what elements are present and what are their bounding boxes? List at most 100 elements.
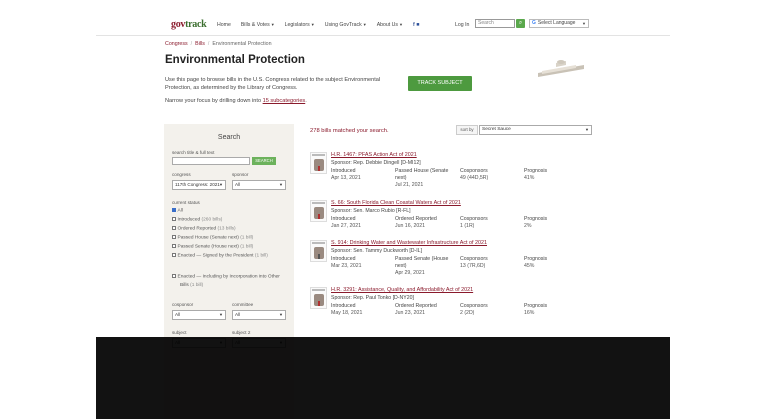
subcategories-link[interactable]: 15 subcategories [263,98,306,104]
bill-row: H.R. 1467: PFAS Action Act of 2021 Spons… [310,152,592,194]
committee-label: committee [232,302,254,307]
bill-status: Passed House (Senate next) Jul 21, 2021 [395,168,450,189]
top-navigation-bar: govtrack Home Bills & Votes▼ Legislators… [96,14,670,36]
breadcrumb-bills[interactable]: Bills [195,41,205,47]
search-text-label: search title & full text [172,150,215,155]
video-icon[interactable]: ■ [416,22,419,28]
nav-legislators[interactable]: Legislators▼ [285,22,315,28]
status-option-label: Passed Senate (House next) [177,244,239,250]
bill-title-link[interactable]: H.R. 3291: Assistance, Quality, and Affo… [331,287,473,293]
sponsor-photo[interactable] [310,200,327,222]
bill-title-link[interactable]: H.R. 1467: PFAS Action Act of 2021 [331,152,417,158]
checkbox[interactable] [172,253,176,257]
status-option-enacted-signed[interactable]: Enacted — Signed by the President (1 bil… [172,253,268,258]
nav-about-us[interactable]: About Us▼ [377,22,403,28]
chevron-down-icon: ▼ [219,312,223,317]
bill-title-link[interactable]: S. 66: South Florida Clean Coastal Water… [331,200,461,206]
checkbox[interactable] [172,217,176,221]
bill-prognosis: Prognosis 41% [524,168,547,182]
language-select[interactable]: G Select Language ▼ [529,19,589,28]
status-option-count: (1 bill) [240,244,254,250]
cosponsor-select[interactable]: All ▼ [172,310,226,320]
checkbox[interactable] [172,244,176,248]
bill-title-link[interactable]: S. 914: Drinking Water and Wastewater In… [331,240,487,246]
govtrack-logo[interactable]: govtrack [171,19,207,30]
sponsor-photo[interactable] [310,287,327,309]
status-option-passed-senate[interactable]: Passed Senate (House next) (1 bill) [172,244,253,249]
bill-status-label: Ordered Reported [395,216,437,222]
sort-select[interactable]: Secret Sauce ▼ [479,125,592,135]
status-option-count: (260 bills) [201,217,223,223]
chevron-down-icon: ▼ [219,182,223,187]
bill-status-label: Passed House (Senate next) [395,168,449,181]
dark-overlay [96,337,670,419]
bill-cosponsors: Cosponsors 13 (7R,6D) [460,256,488,270]
status-option-passed-house[interactable]: Passed House (Senate next) (1 bill) [172,235,253,240]
login-link[interactable]: Log In [455,22,469,28]
status-option-ordered-reported[interactable]: Ordered Reported (13 bills) [172,226,236,231]
results-count: 278 bills matched your search. [310,128,389,134]
subject2-label: subject 2 [232,330,251,335]
sponsor-photo[interactable] [310,240,327,262]
bill-row: S. 66: South Florida Clean Coastal Water… [310,200,592,242]
bill-sponsor: Sponsor: Rep. Paul Tonko [D-NY20] [331,295,414,301]
status-label: current status [172,200,200,205]
bill-status-date: Jun 23, 2021 [395,310,425,316]
bill-status-date: Jun 16, 2021 [395,223,425,229]
bill-introduced: Introduced May 18, 2021 [331,303,362,317]
status-option-enacted-incorporation-cont: Bills (1 bill) [180,283,203,288]
bill-sponsor: Sponsor: Sen. Marco Rubio [R-FL] [331,208,411,214]
google-g-icon: G [532,20,536,26]
bill-introduced: Introduced Mar 23, 2021 [331,256,362,270]
status-option-all[interactable]: All [172,208,183,213]
col-cosponsors-label: Cosponsors [460,168,488,174]
facebook-icon[interactable]: f [413,22,415,28]
chevron-down-icon: ▼ [310,22,315,27]
bill-status: Passed Senate (House next) Apr 29, 2021 [395,256,450,277]
checkbox[interactable] [172,274,176,278]
col-prognosis-label: Prognosis [524,303,548,309]
checkbox[interactable] [172,235,176,239]
track-subject-button[interactable]: TRACK SUBJECT [408,76,472,91]
col-prognosis-label: Prognosis [524,256,548,262]
checkbox[interactable] [172,226,176,230]
status-option-label: Ordered Reported [177,226,217,232]
col-cosponsors-label: Cosponsors [460,303,488,309]
status-option-introduced[interactable]: Introduced (260 bills) [172,217,222,222]
bill-status-date: Apr 29, 2021 [395,270,425,276]
breadcrumb-congress[interactable]: Congress [165,41,188,47]
status-option-label: Enacted — Signed by the President [177,253,254,259]
checkbox-checked[interactable] [172,208,176,212]
chevron-down-icon: ▼ [362,22,367,27]
sponsor-photo[interactable] [310,152,327,174]
breadcrumb: Congress / Bills / Environmental Protection [165,41,272,47]
status-option-label: Enacted — Including by Incorporation int… [177,274,280,280]
status-option-enacted-incorporation[interactable]: Enacted — Including by Incorporation int… [172,274,280,279]
chevron-down-icon: ▼ [585,127,589,132]
chevron-down-icon: ▼ [279,312,283,317]
bill-row: S. 914: Drinking Water and Wastewater In… [310,240,592,282]
committee-select[interactable]: All ▼ [232,310,286,320]
chevron-down-icon: ▼ [582,21,586,26]
search-submit-button[interactable]: SEARCH [252,157,276,165]
bill-prognosis-value: 41% [524,175,535,181]
nav-using-govtrack[interactable]: Using GovTrack▼ [325,22,367,28]
bill-status: Ordered Reported Jun 16, 2021 [395,216,450,230]
sort-select-value: Secret Sauce [482,127,511,132]
sponsor-select[interactable]: All ▼ [232,180,286,190]
subject-label: subject [172,330,187,335]
language-label: Select Language [537,20,576,26]
bill-cosponsors: Cosponsors 49 (44D,5R) [460,168,488,182]
capitol-illustration [538,60,584,77]
social-icons[interactable]: f ■ [413,22,419,28]
nav-bills-votes[interactable]: Bills & Votes▼ [241,22,275,28]
bill-introduced-date: Apr 13, 2021 [331,175,361,181]
bill-cosponsors-value: 49 (44D,5R) [460,175,489,181]
site-search-button[interactable]: ⌕ [516,19,525,28]
congress-select[interactable]: 117th Congress: 2021 ▼ [172,180,226,190]
logo-gov-text: gov [171,19,186,30]
search-text-input[interactable] [172,157,250,165]
col-introduced-label: Introduced [331,303,356,309]
site-search-input[interactable]: Search [475,19,515,28]
nav-home[interactable]: Home [217,22,231,28]
